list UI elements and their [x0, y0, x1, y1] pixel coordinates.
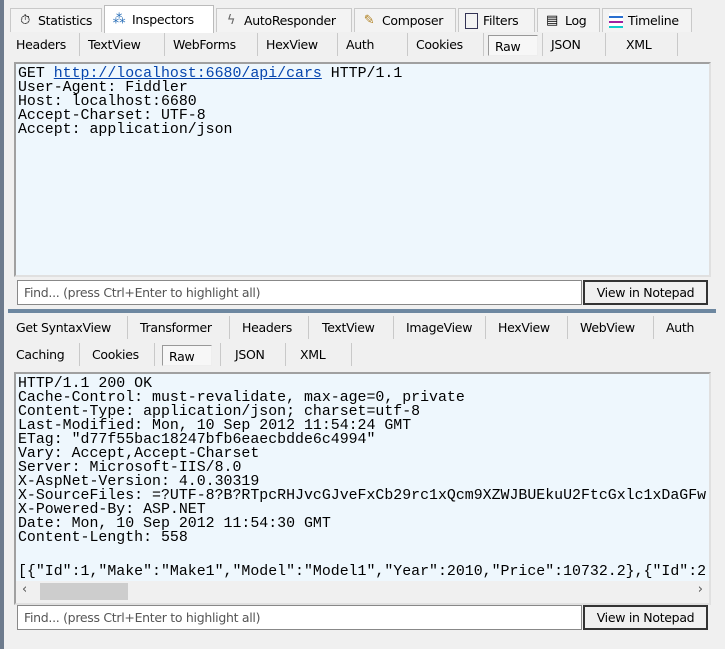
header-line: X-AspNet-Version: 4.0.30319 — [18, 474, 260, 490]
req-tab-webforms[interactable]: WebForms — [165, 33, 258, 56]
tab-log[interactable]: ▤ Log — [537, 8, 600, 32]
stopwatch-icon: ⏱ — [20, 12, 30, 28]
header-line: Content-Type: application/json; charset=… — [18, 404, 421, 420]
main-tab-bar: ⏱ Statistics ⁂ Inspectors ϟ AutoResponder ✎… — [8, 5, 708, 33]
timeline-icon — [609, 13, 623, 28]
horizontal-scrollbar[interactable]: ‹ › — [16, 581, 709, 603]
log-icon: ▤ — [546, 12, 558, 28]
resp-tab-webview[interactable]: WebView — [568, 316, 654, 339]
tab-composer[interactable]: ✎ Composer — [354, 8, 456, 32]
splitter[interactable] — [8, 309, 716, 313]
resp-tab-raw[interactable]: Raw — [162, 345, 212, 366]
scroll-right-icon[interactable]: › — [698, 583, 703, 597]
scroll-left-icon[interactable]: ‹ — [22, 583, 27, 597]
req-tab-json[interactable]: JSON — [542, 33, 606, 56]
status-line: HTTP/1.1 200 OK — [18, 376, 153, 392]
response-view-in-notepad-button[interactable]: View in Notepad — [583, 605, 708, 630]
scrollbar-thumb[interactable] — [40, 583, 128, 600]
response-raw-text[interactable]: HTTP/1.1 200 OK Cache-Control: must-reva… — [14, 372, 711, 605]
resp-tab-hexview[interactable]: HexView — [486, 316, 568, 339]
resp-tab-transformer[interactable]: Transformer — [128, 316, 230, 339]
req-tab-xml[interactable]: XML — [606, 33, 678, 56]
resp-tab-imageview[interactable]: ImageView — [394, 316, 486, 339]
header-line: Server: Microsoft-IIS/8.0 — [18, 460, 242, 476]
resp-tab-headers[interactable]: Headers — [230, 316, 309, 339]
req-tab-hexview[interactable]: HexView — [258, 33, 338, 56]
header-line: Vary: Accept,Accept-Charset — [18, 446, 260, 462]
response-tab-bar-2: Caching Cookies Raw JSON XML — [8, 343, 718, 368]
header-line: User-Agent: Fiddler — [18, 80, 188, 96]
request-line: GET http://localhost:6680/api/cars HTTP/… — [18, 66, 403, 82]
request-view-in-notepad-button[interactable]: View in Notepad — [583, 280, 708, 305]
request-tab-bar: Headers TextView WebForms HexView Auth C… — [8, 33, 708, 58]
req-tab-cookies[interactable]: Cookies — [408, 33, 484, 56]
req-tab-textview[interactable]: TextView — [80, 33, 165, 56]
resp-tab-json[interactable]: JSON — [220, 343, 286, 366]
tab-timeline[interactable]: Timeline — [602, 8, 692, 32]
resp-tab-textview[interactable]: TextView — [309, 316, 394, 339]
resp-tab-cookies[interactable]: Cookies — [80, 343, 155, 366]
resp-tab-get-syntaxview[interactable]: Get SyntaxView — [8, 316, 128, 339]
header-line: Accept: application/json — [18, 122, 233, 138]
header-line: Last-Modified: Mon, 10 Sep 2012 11:54:24… — [18, 418, 412, 434]
req-tab-raw[interactable]: Raw — [488, 35, 538, 56]
header-line: Date: Mon, 10 Sep 2012 11:54:30 GMT — [18, 516, 331, 532]
header-line: X-SourceFiles: =?UTF-8?B?RTpcRHJvcGJveFx… — [18, 488, 707, 504]
request-find-input[interactable]: Find... (press Ctrl+Enter to highlight a… — [17, 280, 582, 305]
resp-tab-xml[interactable]: XML — [286, 343, 352, 366]
tab-inspectors[interactable]: ⁂ Inspectors — [104, 5, 214, 33]
json-body: [{"Id":1,"Make":"Make1","Model":"Model1"… — [18, 564, 707, 580]
lightning-icon: ϟ — [226, 12, 236, 28]
header-line: Accept-Charset: UTF-8 — [18, 108, 206, 124]
response-tab-bar-1: Get SyntaxView Transformer Headers TextV… — [8, 316, 718, 341]
header-line: Content-Length: 558 — [18, 530, 188, 546]
tab-filters[interactable]: Filters — [458, 8, 535, 32]
header-line: X-Powered-By: ASP.NET — [18, 502, 206, 518]
req-tab-headers[interactable]: Headers — [8, 33, 80, 56]
inspector-icon: ⁂ — [112, 11, 126, 27]
checkbox-icon — [465, 12, 478, 29]
header-line: Host: localhost:6680 — [18, 94, 197, 110]
req-tab-auth[interactable]: Auth — [338, 33, 408, 56]
compose-icon: ✎ — [363, 12, 375, 28]
request-raw-text[interactable]: GET http://localhost:6680/api/cars HTTP/… — [14, 62, 711, 277]
left-edge — [0, 0, 4, 649]
tab-statistics[interactable]: ⏱ Statistics — [10, 8, 102, 32]
header-line: Cache-Control: must-revalidate, max-age=… — [18, 390, 465, 406]
header-line: ETag: "d77f55bac18247bfb6eaecbdde6c4994" — [18, 432, 376, 448]
resp-tab-auth[interactable]: Auth — [654, 316, 714, 339]
response-find-input[interactable]: Find... (press Ctrl+Enter to highlight a… — [17, 605, 582, 630]
resp-tab-caching[interactable]: Caching — [8, 343, 80, 366]
tab-autoresponder[interactable]: ϟ AutoResponder — [216, 8, 352, 32]
